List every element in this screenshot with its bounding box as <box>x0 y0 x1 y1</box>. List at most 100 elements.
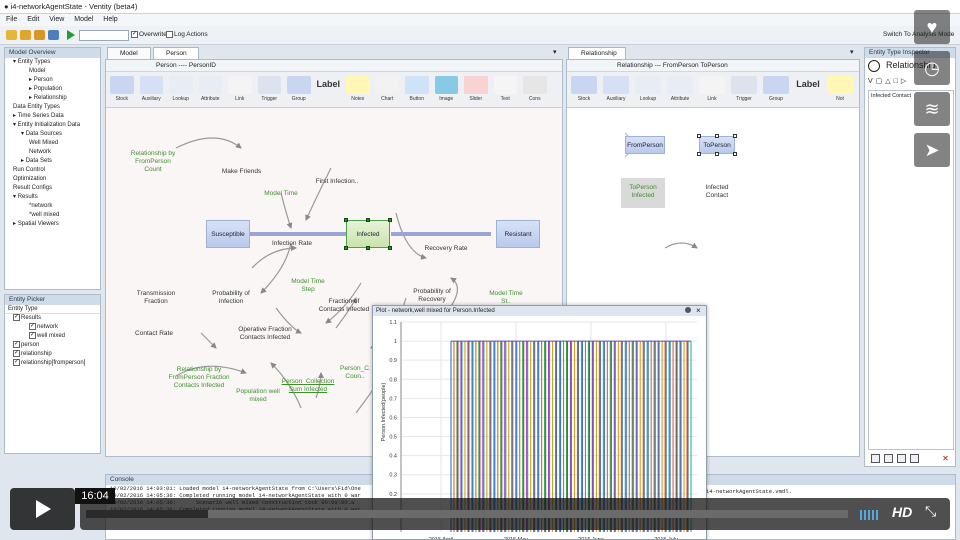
infected-contact-node[interactable]: Infected Contact <box>695 184 739 200</box>
tree-item[interactable]: *well mixed <box>5 211 100 220</box>
save-folder-icon[interactable] <box>34 30 45 40</box>
editor-menu-icon[interactable]: ▾ <box>850 48 854 56</box>
palette-item[interactable] <box>731 76 757 94</box>
palette-item[interactable] <box>827 76 853 94</box>
tree-item[interactable]: ✓ Results <box>5 314 100 323</box>
tree-item[interactable]: *network <box>5 202 100 211</box>
new-folder-icon[interactable] <box>6 30 17 40</box>
probability-infection-node[interactable]: Probability of Infection <box>203 290 259 306</box>
tree-item[interactable]: Run Control <box>5 166 100 175</box>
tree-item[interactable]: ✓ relationship[fromperson] <box>5 359 100 368</box>
tab-relationship[interactable]: Relationship <box>568 47 626 59</box>
selection-handle[interactable] <box>697 152 701 156</box>
palette-item[interactable] <box>139 76 163 94</box>
tree-item[interactable]: ▸ Relationship <box>5 94 100 103</box>
tab-model[interactable]: Model <box>107 47 151 59</box>
relationship-fraction-node[interactable]: Relationship by FromPerson Fraction Cont… <box>168 366 230 390</box>
person-collection-node[interactable]: Person_Collection Sum Infected <box>276 378 340 394</box>
susceptible-stock[interactable]: Susceptible <box>206 220 250 248</box>
palette-item[interactable] <box>228 76 252 94</box>
probability-recovery-node[interactable]: Probability of Recovery <box>406 288 458 304</box>
selection-handle[interactable] <box>715 134 719 138</box>
check-icon[interactable]: ✓ <box>13 359 20 367</box>
menu-help[interactable]: Help <box>103 16 117 23</box>
selection-handle[interactable] <box>366 246 370 250</box>
contact-rate-node[interactable]: Contact Rate <box>134 330 174 338</box>
play-button[interactable] <box>10 488 75 530</box>
tab-person[interactable]: Person <box>153 47 199 59</box>
fraction-contacts-node[interactable]: Fraction of Contacts Infected <box>316 298 372 314</box>
progress-track[interactable] <box>86 510 848 518</box>
tree-item[interactable]: Result Configs <box>5 184 100 193</box>
open-folder-icon[interactable] <box>20 30 31 40</box>
tree-item[interactable]: ▸ Person <box>5 76 100 85</box>
selection-handle[interactable] <box>344 246 348 250</box>
palette-item[interactable] <box>110 76 134 94</box>
palette-item[interactable] <box>434 76 458 94</box>
check-icon[interactable]: ✓ <box>13 341 20 349</box>
selection-handle[interactable] <box>697 134 701 138</box>
selection-handle[interactable] <box>344 218 348 222</box>
tree-item[interactable]: Well Mixed <box>5 139 100 148</box>
menu-file[interactable]: File <box>6 16 17 23</box>
to-person-infected-node[interactable]: ToPerson Infected <box>621 178 665 208</box>
tree-item[interactable]: ▾ Results <box>5 193 100 202</box>
palette-item[interactable] <box>405 76 429 94</box>
selection-handle[interactable] <box>715 152 719 156</box>
check-icon[interactable]: ✓ <box>13 314 20 321</box>
heart-icon[interactable]: ♥ <box>914 10 950 44</box>
palette-item[interactable] <box>667 76 693 94</box>
tree-item[interactable]: ▸ Time Series Data <box>5 112 100 121</box>
palette-item[interactable] <box>375 76 399 94</box>
selection-handle[interactable] <box>366 218 370 222</box>
tree-item[interactable]: ✓ well mixed <box>5 332 100 341</box>
model-time-step-node[interactable]: Model Time Step <box>286 278 330 294</box>
check-icon[interactable]: ✓ <box>13 350 20 358</box>
editor-menu-icon[interactable]: ▾ <box>553 48 557 56</box>
tree-item[interactable]: ✓ person <box>5 341 100 350</box>
model-time-node[interactable]: Model Time <box>264 190 298 198</box>
palette-item[interactable] <box>346 76 370 94</box>
tree-item[interactable]: ✓ network <box>5 323 100 332</box>
selection-handle[interactable] <box>388 218 392 222</box>
transmission-fraction-node[interactable]: Transmission Fraction <box>128 290 184 306</box>
refresh-icon[interactable] <box>871 454 880 463</box>
check-icon[interactable]: ✓ <box>29 323 36 331</box>
resistant-stock[interactable]: Resistant <box>496 220 540 248</box>
export-icon[interactable] <box>48 30 59 40</box>
layers-icon[interactable]: ≋ <box>914 92 950 126</box>
selection-handle[interactable] <box>388 246 392 250</box>
send-icon[interactable]: ➤ <box>914 133 950 167</box>
first-infection-node[interactable]: First Infection.. <box>314 178 360 186</box>
sigma-icon[interactable] <box>897 454 906 463</box>
list-icon[interactable] <box>910 454 919 463</box>
operative-fraction-node[interactable]: Operative Fraction Contacts Infected <box>236 326 294 342</box>
menu-model[interactable]: Model <box>74 16 93 23</box>
person-c-count-node[interactable]: Person_C... Coun.. <box>340 365 370 381</box>
log-actions-checkbox[interactable]: Log Actions <box>166 31 208 38</box>
overwrite-checkbox[interactable]: ✓ Overwrite <box>131 31 167 38</box>
tree-item[interactable]: Model <box>5 67 100 76</box>
palette-item[interactable] <box>635 76 661 94</box>
infection-rate-node[interactable]: Infection Rate <box>271 240 313 248</box>
make-friends-node[interactable]: Make Friends <box>214 168 269 176</box>
palette-item[interactable] <box>464 76 488 94</box>
hd-button[interactable]: HD <box>892 504 912 520</box>
palette-item[interactable] <box>523 76 547 94</box>
tree-item[interactable]: ▾ Entity Types <box>5 58 100 67</box>
palette-item[interactable] <box>257 76 281 94</box>
tree-item[interactable]: Optimization <box>5 175 100 184</box>
menu-edit[interactable]: Edit <box>27 16 39 23</box>
relationship-count-node[interactable]: Relationship by FromPerson Count <box>128 150 178 174</box>
tree-item[interactable]: ▸ Spatial Viewers <box>5 220 100 229</box>
recovery-rate-node[interactable]: Recovery Rate <box>421 245 471 253</box>
palette-item[interactable] <box>198 76 222 94</box>
palette-item[interactable] <box>493 76 517 94</box>
model-time-st-node[interactable]: Model Time St.. <box>484 290 528 306</box>
palette-item[interactable] <box>699 76 725 94</box>
tree-item[interactable]: Network <box>5 148 100 157</box>
tree-item[interactable]: ✓ relationship <box>5 350 100 359</box>
copy-icon[interactable] <box>884 454 893 463</box>
volume-icon[interactable] <box>860 508 882 520</box>
tree-item[interactable]: ▾ Entity Initialization Data <box>5 121 100 130</box>
